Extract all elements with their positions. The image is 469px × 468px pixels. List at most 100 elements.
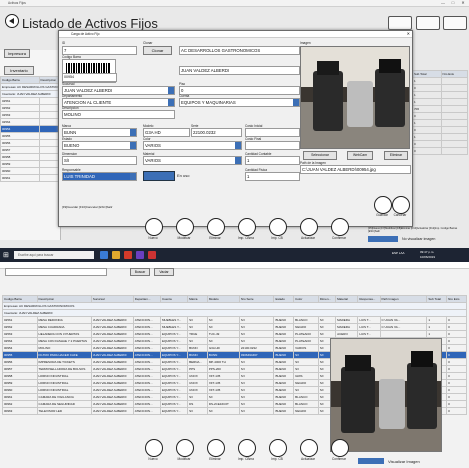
buscar-button[interactable]: Buscar xyxy=(130,268,150,276)
cuenta-select[interactable]: EQUIPOS Y MAQUINARIAS xyxy=(179,98,300,107)
maximize-button[interactable]: □ xyxy=(448,0,458,6)
grid-row[interactable]: 0 xyxy=(412,84,469,92)
folder-icon[interactable] xyxy=(112,251,120,259)
dimension-field[interactable]: S/I xyxy=(62,156,137,165)
column-header[interactable]: Nro Exis xyxy=(446,295,467,303)
confirmar-button[interactable] xyxy=(331,439,349,457)
vs-icon[interactable] xyxy=(136,251,144,259)
taskbar-app-icon[interactable] xyxy=(100,251,108,259)
export-button[interactable] xyxy=(388,16,412,30)
grid-row[interactable]: 1 xyxy=(412,91,469,99)
color-select[interactable]: VARIOS xyxy=(143,141,242,150)
confirmar-button[interactable] xyxy=(331,218,349,236)
costo-final-field[interactable] xyxy=(245,141,300,150)
grid-header[interactable]: Nro Exis xyxy=(440,70,469,78)
back-arrow-icon[interactable] xyxy=(5,14,19,28)
path-field[interactable]: C:\JUAN VALDEZ ALBERDI\00954.jpg xyxy=(300,165,411,174)
cant-contable-field[interactable]: 1 xyxy=(245,156,300,165)
grid-row[interactable]: 0 xyxy=(412,140,469,148)
imp-cbma-button[interactable] xyxy=(238,439,256,457)
column-header[interactable]: Estado xyxy=(273,295,295,303)
costo-inicial-field[interactable] xyxy=(245,128,300,137)
grid-row[interactable]: 0 xyxy=(412,112,469,120)
grid-row[interactable]: 1 xyxy=(412,133,469,141)
cant-fisica-field[interactable]: 1 xyxy=(245,172,300,181)
nuevo-button[interactable] xyxy=(145,439,163,457)
modelo-field[interactable]: G3A HD xyxy=(143,128,190,137)
chrome-icon[interactable] xyxy=(124,251,132,259)
codigo-barra-field[interactable]: 00954 xyxy=(62,73,117,82)
inventario-button[interactable]: Inventario xyxy=(4,66,34,75)
eliminar-button[interactable] xyxy=(207,439,225,457)
actualizar-button[interactable] xyxy=(300,439,318,457)
column-header[interactable]: Cuenta xyxy=(159,295,189,303)
imp-cb-button[interactable] xyxy=(269,218,287,236)
responsable-select[interactable]: LUIS TRINIDAD xyxy=(62,172,137,181)
eliminar-image-button[interactable]: Eliminar xyxy=(384,151,408,160)
table-row[interactable]: 02563 HELADERA CON 3 PUERTAS JUAN VALDEZ A… xyxy=(2,330,467,338)
estado-select[interactable]: BUENO xyxy=(62,141,137,150)
seleccionar-button[interactable]: Seleccionar xyxy=(303,151,337,160)
imp-cbma-button[interactable] xyxy=(238,218,256,236)
impresora-button[interactable]: Impresora xyxy=(4,49,30,58)
column-header[interactable]: Codigo Barra xyxy=(2,295,38,303)
guardar-button[interactable] xyxy=(374,196,392,214)
column-header[interactable]: Responsa... xyxy=(357,295,381,303)
inventario-field[interactable]: JUAN VALDEZ ALBERDI xyxy=(179,66,300,75)
table-cell: 1 xyxy=(426,316,448,324)
nuevo-button[interactable] xyxy=(145,218,163,236)
table-cell: EQUIPOS Y... xyxy=(159,330,189,338)
column-header[interactable]: Path Imagen xyxy=(379,295,428,303)
eliminar-button[interactable] xyxy=(207,218,225,236)
column-header[interactable]: Dimen... xyxy=(317,295,337,303)
en-uso-toggle[interactable] xyxy=(143,171,175,181)
column-header[interactable]: Sub Total xyxy=(426,295,448,303)
grid-row[interactable]: 1 xyxy=(412,77,469,85)
piso-field[interactable]: 0 xyxy=(179,86,300,95)
column-header[interactable]: Color xyxy=(293,295,319,303)
webcam-button[interactable]: WebCam xyxy=(347,151,373,160)
column-header[interactable]: Sucursal xyxy=(90,295,134,303)
table-cell: UNOX xyxy=(187,386,208,394)
column-header[interactable]: Modelo xyxy=(206,295,240,303)
column-header[interactable]: Material xyxy=(335,295,359,303)
column-header[interactable]: Descripcion xyxy=(36,295,92,303)
table-row[interactable]: 02562 MESA CUADRADA JUAN VALDEZ ALBERDI ATE… xyxy=(2,323,467,331)
minimize-button[interactable]: — xyxy=(438,0,448,6)
imp-cb-button[interactable] xyxy=(269,439,287,457)
table-row[interactable]: 02561 MESA REDONDA JUAN VALDEZ ALBERDI ATEN… xyxy=(2,316,467,324)
grid-row[interactable]: 706 xyxy=(412,105,469,113)
no-visualizar-toggle[interactable] xyxy=(368,236,398,242)
grid-header[interactable]: Codigo Barra xyxy=(0,76,40,84)
table-cell: 00954 xyxy=(2,344,38,352)
visualizar-toggle[interactable] xyxy=(358,458,384,464)
modificar-button[interactable] xyxy=(176,439,194,457)
grid-header[interactable]: Sub Total xyxy=(412,70,442,78)
id-field[interactable]: 7 xyxy=(62,46,137,55)
close-button[interactable]: ✕ xyxy=(458,0,468,6)
marca-select[interactable]: BUNN xyxy=(62,128,137,137)
search-input[interactable] xyxy=(5,268,107,276)
grid-row[interactable]: 1 xyxy=(412,98,469,106)
clonar-button[interactable]: Clonar xyxy=(143,46,172,55)
grid-row[interactable]: 1 xyxy=(412,119,469,127)
settings-button[interactable] xyxy=(443,16,467,30)
windows-start-icon[interactable]: ⊞ xyxy=(3,251,9,259)
grid-row[interactable]: 0 xyxy=(412,126,469,134)
print-button[interactable] xyxy=(416,16,440,30)
actualizar-button[interactable] xyxy=(300,218,318,236)
cancelar-button[interactable] xyxy=(392,196,410,214)
column-header[interactable]: Marca xyxy=(187,295,208,303)
grid-row[interactable]: 0 xyxy=(412,147,469,155)
app-icon[interactable] xyxy=(148,251,156,259)
material-select[interactable]: VARIOS xyxy=(143,156,242,165)
column-header[interactable]: Departam... xyxy=(132,295,161,303)
column-header[interactable]: Nro Serie xyxy=(238,295,275,303)
empresa-field[interactable]: AC DESARROLLOS GASTRONOMICOS xyxy=(179,46,300,55)
taskbar-search[interactable]: Escribe aquí para buscar xyxy=(14,251,94,259)
vaciar-button[interactable]: Vaciar xyxy=(154,268,174,276)
dialog-close-icon[interactable]: ✕ xyxy=(407,31,410,36)
descripcion-field[interactable]: MOLINO xyxy=(62,110,175,119)
modificar-button[interactable] xyxy=(176,218,194,236)
serie-field[interactable]: 22100.0232 xyxy=(191,128,242,137)
